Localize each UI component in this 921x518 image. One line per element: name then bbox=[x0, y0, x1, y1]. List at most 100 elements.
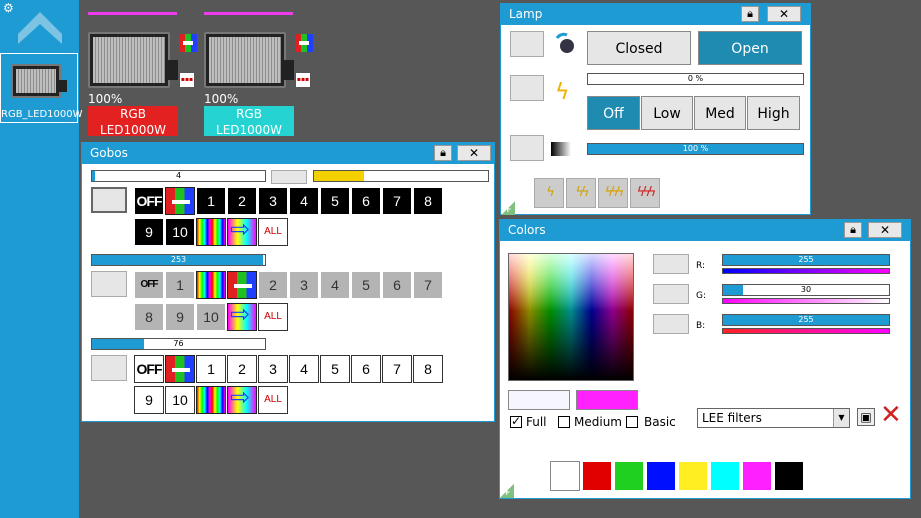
resize-handle[interactable]: + bbox=[500, 484, 514, 498]
lock-icon[interactable]: 🔒︎ bbox=[844, 222, 862, 238]
close-button[interactable]: ✕ bbox=[767, 6, 801, 22]
gobo-8-button[interactable]: 8 bbox=[134, 303, 164, 331]
gobo1-bar[interactable]: 4 bbox=[91, 170, 266, 182]
fixture1-image[interactable] bbox=[88, 32, 170, 88]
level-low-button[interactable]: Low bbox=[641, 96, 693, 130]
color-swatch[interactable] bbox=[614, 461, 644, 491]
gobo2-preset-button[interactable] bbox=[91, 271, 127, 297]
gobo-3-button[interactable]: 3 bbox=[258, 355, 288, 383]
color-swatch[interactable] bbox=[774, 461, 804, 491]
red-preset-button[interactable] bbox=[653, 254, 689, 274]
strobe-fast-icon[interactable]: ϟϟϟ bbox=[598, 178, 628, 208]
gobo2-bar[interactable]: 253 bbox=[91, 254, 266, 266]
blue-bar[interactable]: 255 bbox=[722, 314, 890, 326]
closed-button[interactable]: Closed bbox=[587, 31, 691, 65]
gobo-9-button[interactable]: 9 bbox=[165, 303, 195, 331]
gobo-2-button[interactable]: 2 bbox=[258, 271, 288, 299]
blue-preset-button[interactable] bbox=[653, 314, 689, 334]
gobo1-preset-button[interactable] bbox=[91, 187, 127, 213]
basic-checkbox[interactable] bbox=[626, 416, 638, 428]
chevron-down-icon[interactable]: ▼ bbox=[833, 409, 849, 427]
gobo-all-button[interactable]: ALL bbox=[258, 218, 288, 246]
gobo-7-button[interactable]: 7 bbox=[382, 355, 412, 383]
gobo-rotate-icon[interactable] bbox=[227, 217, 257, 246]
dimmer-bar[interactable]: 100 % bbox=[587, 143, 804, 155]
save-icon[interactable]: ▣ bbox=[857, 408, 875, 426]
gobo-6-button[interactable]: 6 bbox=[351, 355, 381, 383]
gobo-6-button[interactable]: 6 bbox=[382, 271, 412, 299]
fixture2-image[interactable] bbox=[204, 32, 286, 88]
gobo-badge-icon[interactable]: ▪▪▪ bbox=[295, 72, 311, 88]
color-swatch[interactable] bbox=[742, 461, 772, 491]
gobo-10-button[interactable]: 10 bbox=[165, 386, 195, 414]
gobo-rainbow-icon[interactable] bbox=[196, 271, 226, 299]
strobe-preset-button[interactable] bbox=[510, 75, 544, 101]
gobo-badge-icon[interactable]: ▪▪▪ bbox=[179, 72, 195, 88]
gobo3-preset-button[interactable] bbox=[91, 355, 127, 381]
open-button[interactable]: Open bbox=[698, 31, 802, 65]
level-off-button[interactable]: Off bbox=[587, 96, 640, 130]
gobo-4-button[interactable]: 4 bbox=[320, 271, 350, 299]
green-bar[interactable]: 30 bbox=[722, 284, 890, 296]
gobo-5-button[interactable]: 5 bbox=[351, 271, 381, 299]
gobo-2-button[interactable]: 2 bbox=[227, 355, 257, 383]
red-bar[interactable]: 255 bbox=[722, 254, 890, 266]
gobo-4-button[interactable]: 4 bbox=[289, 355, 319, 383]
strobe-medium-icon[interactable]: ϟϟ bbox=[566, 178, 596, 208]
gobo-5-button[interactable]: 5 bbox=[320, 355, 350, 383]
gobo-rgb-icon[interactable] bbox=[227, 271, 257, 299]
gobo-9-button[interactable]: 9 bbox=[134, 386, 164, 414]
gobo-10-button[interactable]: 10 bbox=[196, 303, 226, 331]
strobe-slow-icon[interactable]: ϟ bbox=[534, 178, 564, 208]
gobo-6-button[interactable]: 6 bbox=[351, 187, 381, 215]
full-checkbox[interactable] bbox=[510, 414, 522, 428]
fixture-item-selected[interactable]: RGB_LED1000W bbox=[0, 53, 82, 123]
fixture1-name[interactable]: RGB LED1000W bbox=[88, 106, 178, 137]
gobo-off-button[interactable]: OFF bbox=[134, 271, 164, 299]
gobo-1-button[interactable]: 1 bbox=[196, 187, 226, 215]
current-color-swatch[interactable] bbox=[576, 390, 638, 410]
rgb-mode-icon[interactable] bbox=[179, 34, 197, 52]
gobo-rainbow-icon[interactable] bbox=[196, 218, 226, 246]
gobo-rgb-icon[interactable] bbox=[165, 187, 195, 215]
gobo-rainbow-icon[interactable] bbox=[196, 386, 226, 414]
gobo-all-button[interactable]: ALL bbox=[258, 386, 288, 414]
dimmer-preset-button[interactable] bbox=[510, 135, 544, 161]
rgb-mode-icon[interactable] bbox=[295, 34, 313, 52]
delete-icon[interactable]: ✕ bbox=[880, 402, 902, 428]
previous-color-swatch[interactable] bbox=[508, 390, 570, 410]
level-med-button[interactable]: Med bbox=[694, 96, 746, 130]
gobo-2-button[interactable]: 2 bbox=[227, 187, 257, 215]
gobo-off-button[interactable]: OFF bbox=[134, 187, 164, 215]
gobo-rotate-icon[interactable] bbox=[227, 302, 257, 331]
color-swatch[interactable] bbox=[582, 461, 612, 491]
gobo-3-button[interactable]: 3 bbox=[258, 187, 288, 215]
gobo1-speed-bar[interactable] bbox=[313, 170, 489, 182]
gobo-7-button[interactable]: 7 bbox=[413, 271, 443, 299]
gobo-1-button[interactable]: 1 bbox=[196, 355, 226, 383]
strobe-random-icon[interactable]: ϟϟϟ bbox=[630, 178, 660, 208]
shutter-preset-button[interactable] bbox=[510, 31, 544, 57]
gobo-3-button[interactable]: 3 bbox=[289, 271, 319, 299]
gobo-5-button[interactable]: 5 bbox=[320, 187, 350, 215]
fixture2-name[interactable]: RGB LED1000W bbox=[204, 106, 294, 137]
gobo-7-button[interactable]: 7 bbox=[382, 187, 412, 215]
filter-select[interactable]: LEE filters ▼ bbox=[697, 408, 850, 428]
gobo-all-button[interactable]: ALL bbox=[258, 303, 288, 331]
gobo1-speed-button[interactable] bbox=[271, 170, 307, 184]
color-swatch[interactable] bbox=[550, 461, 580, 491]
gobo-off-button[interactable]: OFF bbox=[134, 355, 164, 383]
color-swatch[interactable] bbox=[678, 461, 708, 491]
gobo-8-button[interactable]: 8 bbox=[413, 355, 443, 383]
gobo-rotate-icon[interactable] bbox=[227, 385, 257, 414]
medium-checkbox[interactable] bbox=[558, 416, 570, 428]
level-high-button[interactable]: High bbox=[747, 96, 800, 130]
lock-icon[interactable]: 🔒︎ bbox=[741, 6, 759, 22]
strobe-bar[interactable]: 0 % bbox=[587, 73, 804, 85]
close-button[interactable]: ✕ bbox=[457, 145, 491, 161]
gobo-10-button[interactable]: 10 bbox=[165, 218, 195, 246]
resize-handle[interactable]: + bbox=[501, 201, 515, 215]
gobo-8-button[interactable]: 8 bbox=[413, 187, 443, 215]
gobo-4-button[interactable]: 4 bbox=[289, 187, 319, 215]
close-button[interactable]: ✕ bbox=[868, 222, 902, 238]
